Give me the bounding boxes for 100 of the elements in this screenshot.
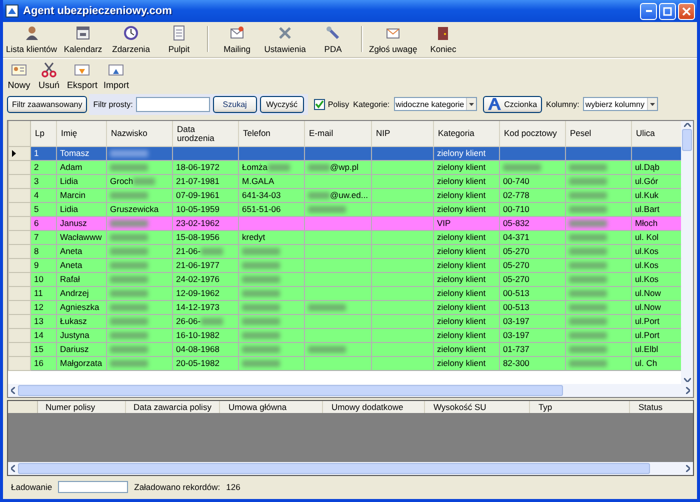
- table-cell: Aneta: [56, 258, 106, 272]
- row-header[interactable]: [8, 146, 30, 160]
- column-header[interactable]: Umowa główna: [220, 401, 323, 413]
- column-header[interactable]: Data urodzenia: [172, 121, 238, 146]
- column-header[interactable]: Data zawarcia polisy: [125, 401, 220, 413]
- toolbar-button[interactable]: Nowy: [7, 62, 31, 90]
- column-header[interactable]: E-mail: [304, 121, 372, 146]
- table-cell: 00-710: [499, 202, 566, 216]
- scissors-icon: [41, 62, 57, 78]
- table-cell: 03-197: [499, 328, 566, 342]
- cell-text: @uw.ed...: [330, 190, 368, 200]
- scroll-thumb[interactable]: [18, 385, 564, 396]
- scroll-thumb[interactable]: [18, 463, 650, 474]
- table-cell: zielony klient: [433, 160, 500, 174]
- table-cell: Marcin: [56, 188, 106, 202]
- table-cell: zielony klient: [433, 244, 500, 258]
- search-button[interactable]: Szukaj: [212, 96, 257, 112]
- clear-button[interactable]: Wyczyść: [260, 96, 304, 112]
- column-header[interactable]: Ulica: [631, 121, 681, 146]
- column-header[interactable]: Kod pocztowy: [499, 121, 566, 146]
- toolbar-button[interactable]: Lista klientów: [4, 24, 60, 54]
- table-cell: 04-371: [499, 230, 566, 244]
- table-cell: 05-270: [499, 258, 566, 272]
- categories-dropdown[interactable]: widoczne kategorie: [394, 97, 478, 111]
- column-header[interactable]: Kategoria: [433, 121, 500, 146]
- table-cell: ul.Elbl: [631, 342, 681, 356]
- column-header[interactable]: Nazwisko: [106, 121, 172, 146]
- table-cell: zielony klient: [433, 146, 500, 160]
- scroll-thumb[interactable]: [682, 129, 692, 151]
- toolbar-button[interactable]: Zgłoś uwagę: [367, 24, 420, 54]
- toolbar-button[interactable]: PDA: [309, 24, 358, 54]
- envelope-icon: [74, 62, 90, 78]
- table-cell: zielony klient: [433, 230, 500, 244]
- maximize-button[interactable]: [659, 2, 676, 20]
- column-header[interactable]: Pesel: [565, 121, 632, 146]
- check-icon: [314, 100, 324, 108]
- column-header[interactable]: Lp: [30, 121, 56, 146]
- table-cell: zielony klient: [433, 258, 500, 272]
- table-cell: ul.Kos: [631, 244, 681, 258]
- table-cell: 15-08-1956: [172, 230, 238, 244]
- toolbar-button[interactable]: Kalendarz: [59, 24, 108, 54]
- table-cell: ul.Kos: [631, 258, 681, 272]
- toolbar-button[interactable]: Usuń: [37, 62, 61, 90]
- scroll-right-icon: [686, 465, 690, 472]
- column-header[interactable]: NIP: [371, 121, 434, 146]
- column-header[interactable]: Imię: [56, 121, 106, 146]
- toolbar-button[interactable]: Zdarzenia: [107, 24, 156, 54]
- column-header[interactable]: Numer polisy: [37, 401, 125, 413]
- filter-field[interactable]: [136, 96, 210, 112]
- horizontal-scrollbar[interactable]: [8, 384, 693, 397]
- column-header[interactable]: Typ: [530, 401, 630, 413]
- table-cell: 82-300: [499, 356, 566, 370]
- table-cell: 23-02-1962: [172, 216, 238, 230]
- table-cell: Gruszewicka: [106, 202, 172, 216]
- toolbar-button[interactable]: Ustawienia: [261, 24, 310, 54]
- table-cell: ul.Now: [631, 286, 681, 300]
- toolbar-button[interactable]: Koniec: [419, 24, 468, 54]
- table-cell: zielony klient: [433, 202, 500, 216]
- column-header[interactable]: Umowy dodatkowe: [322, 401, 425, 413]
- column-header[interactable]: Wysokość SU: [424, 401, 530, 413]
- table-cell: ul.Kos: [631, 272, 681, 286]
- minimize-button[interactable]: [640, 2, 657, 20]
- advanced-filter-button[interactable]: Filtr zaawansowany: [7, 96, 88, 112]
- column-header[interactable]: Telefon: [238, 121, 304, 146]
- table-cell: 10-05-1959: [172, 202, 238, 216]
- row-header: [8, 401, 37, 413]
- table-cell: 16-10-1982: [172, 328, 238, 342]
- vertical-scrollbar[interactable]: [681, 121, 693, 384]
- column-header[interactable]: Status: [630, 401, 693, 413]
- table-cell: ul.Port: [631, 328, 681, 342]
- columns-dropdown[interactable]: wybierz kolumny: [583, 97, 658, 111]
- table-cell: Rafał: [56, 272, 106, 286]
- table-cell: 651-51-06: [238, 202, 304, 216]
- cell-text: @wp.pl: [330, 162, 358, 172]
- table-cell: ul.Dąb: [631, 160, 681, 174]
- close-button[interactable]: [678, 2, 695, 20]
- table-cell: 20-05-1982: [172, 356, 238, 370]
- maximize-icon: [663, 6, 672, 16]
- table-cell: Łukasz: [56, 314, 106, 328]
- table-cell: Małgorzata: [56, 356, 106, 370]
- table-cell: zielony klient: [433, 286, 500, 300]
- font-button[interactable]: Czcionka: [483, 96, 542, 112]
- table-cell: zielony klient: [433, 314, 500, 328]
- toolbar-button[interactable]: Import: [104, 62, 130, 90]
- table-cell: zielony klient: [433, 174, 500, 188]
- policies-checkbox[interactable]: [314, 98, 325, 110]
- scroll-left-icon: [11, 387, 15, 394]
- toolbar-button[interactable]: Mailing: [213, 24, 262, 54]
- dropdown-arrow-icon: [469, 102, 474, 106]
- toolbar-button[interactable]: Eksport: [67, 62, 98, 90]
- table-cell: Tomasz: [56, 146, 106, 160]
- toolbar-button[interactable]: Pulpit: [155, 24, 204, 54]
- card-icon: [11, 62, 27, 78]
- table-cell: Aneta: [56, 244, 106, 258]
- scroll-down-icon: [684, 378, 690, 382]
- checkbox-label: Polisy: [328, 100, 350, 108]
- window-title: Agent ubezpieczeniowy.com: [23, 5, 173, 17]
- loaded-label: Załadowano rekordów:: [134, 482, 220, 492]
- table-cell: 04-08-1968: [172, 342, 238, 356]
- horizontal-scrollbar[interactable]: [8, 462, 693, 475]
